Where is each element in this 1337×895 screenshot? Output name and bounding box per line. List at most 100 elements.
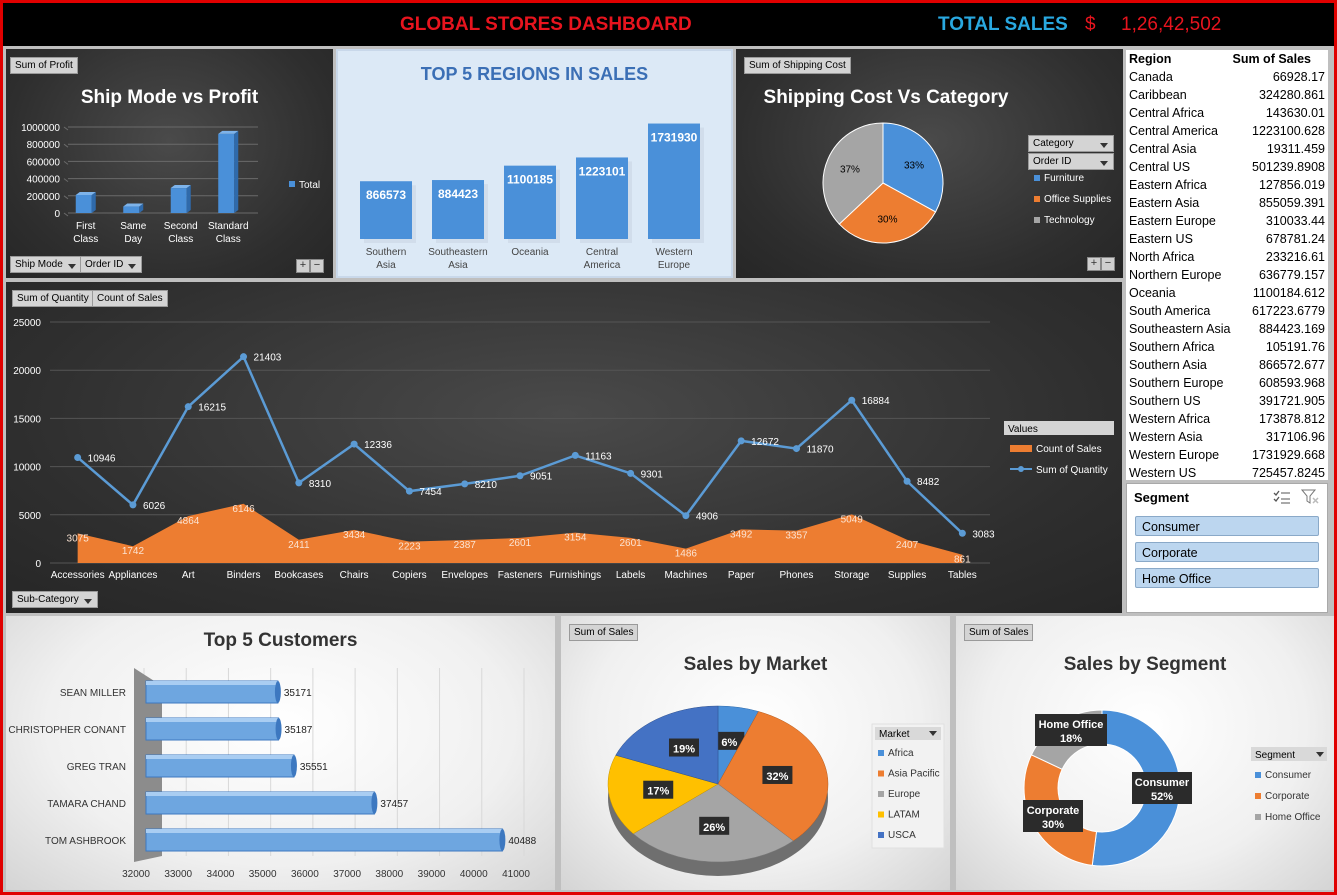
legend-swatch bbox=[1255, 772, 1261, 778]
line-point bbox=[571, 451, 579, 459]
line-data-label: 8310 bbox=[309, 479, 332, 490]
clear-filter-icon[interactable] bbox=[1300, 489, 1319, 505]
order-id-filter-2[interactable]: Order ID bbox=[1028, 153, 1114, 170]
data-label: 32% bbox=[766, 771, 788, 783]
region-cell[interactable]: Oceania bbox=[1129, 284, 1176, 302]
x-tick-word: Oceania bbox=[511, 247, 549, 258]
slicer-item-home-office[interactable]: Home Office bbox=[1135, 568, 1319, 588]
sales-cell: 233216.61 bbox=[1265, 250, 1325, 264]
x-tick-label: Machines bbox=[664, 570, 707, 581]
multi-select-icon[interactable] bbox=[1273, 490, 1291, 504]
x-tick-label: Same Day bbox=[120, 221, 147, 245]
region-cell[interactable]: Central Africa bbox=[1129, 104, 1204, 122]
region-column-header[interactable]: Region bbox=[1129, 50, 1171, 68]
data-label: 30% bbox=[878, 215, 898, 226]
slicer-item-corporate[interactable]: Corporate bbox=[1135, 542, 1319, 562]
sales-column-header[interactable]: Sum of Sales bbox=[1233, 50, 1326, 68]
x-tick-word: Class bbox=[168, 234, 193, 245]
region-cell[interactable]: Eastern Africa bbox=[1129, 176, 1207, 194]
line-data-label: 3083 bbox=[972, 529, 995, 540]
region-cell[interactable]: Western US bbox=[1129, 464, 1196, 482]
legend-label: Total bbox=[299, 180, 320, 191]
x-tick-word: Southern bbox=[366, 247, 407, 258]
region-cell[interactable]: Canada bbox=[1129, 68, 1173, 86]
x-tick-word: Class bbox=[216, 234, 241, 245]
legend-swatch bbox=[1034, 175, 1040, 181]
ship-mode-filter[interactable]: Ship Mode bbox=[10, 256, 82, 273]
x-tick-word: Asia bbox=[376, 260, 396, 271]
line-point bbox=[240, 353, 248, 361]
region-cell[interactable]: Central Asia bbox=[1129, 140, 1196, 158]
bar-side bbox=[234, 130, 239, 213]
sales-cell: 866572.677 bbox=[1258, 358, 1325, 372]
region-cell[interactable]: North Africa bbox=[1129, 248, 1194, 266]
legend-label: Count of Sales bbox=[1036, 444, 1102, 455]
sub-category-filter[interactable]: Sub-Category bbox=[12, 591, 98, 608]
table-row: Western Africa 173878.812 bbox=[1126, 410, 1328, 428]
x-tick-label: Accessories bbox=[51, 570, 105, 581]
x-tick-label: Copiers bbox=[392, 570, 426, 581]
table-row: Southern Asia 866572.677 bbox=[1126, 356, 1328, 374]
area-data-label: 5049 bbox=[841, 514, 864, 525]
bar-cap bbox=[499, 829, 506, 851]
sales-cell: 636779.157 bbox=[1258, 268, 1325, 282]
sales-cell: 105191.76 bbox=[1265, 340, 1325, 354]
y-tick-label: CHRISTOPHER CONANT bbox=[8, 725, 126, 736]
data-label: 1223101 bbox=[579, 164, 626, 178]
region-cell[interactable]: Central US bbox=[1129, 158, 1190, 176]
bar-top bbox=[146, 681, 278, 685]
line-data-label: 9051 bbox=[530, 472, 553, 483]
line-data-label: 21403 bbox=[254, 353, 282, 364]
x-tick-label: Southeastern Asia bbox=[428, 247, 488, 271]
top-customers-panel: Top 5 Customers 32000 33000 34000 35000 3600… bbox=[6, 616, 555, 890]
area-data-label: 3434 bbox=[343, 530, 366, 541]
segment-chart: Consumer 52% Corporate 30% Home Office 18% Seg… bbox=[1023, 709, 1327, 867]
region-cell[interactable]: Southeastern Asia bbox=[1129, 320, 1230, 338]
region-cell[interactable]: Eastern Europe bbox=[1129, 212, 1216, 230]
region-cell[interactable]: Eastern US bbox=[1129, 230, 1193, 248]
region-cell[interactable]: Western Africa bbox=[1129, 410, 1210, 428]
x-tick-label: Appliances bbox=[108, 570, 157, 581]
table-row: Western Asia 317106.96 bbox=[1126, 428, 1328, 446]
category-filter[interactable]: Category bbox=[1028, 135, 1114, 152]
line-data-label: 6026 bbox=[143, 501, 166, 512]
sales-cell: 1100184.612 bbox=[1252, 286, 1325, 300]
region-cell[interactable]: Eastern Asia bbox=[1129, 194, 1199, 212]
x-tick-label: Phones bbox=[780, 570, 814, 581]
region-cell[interactable]: Southern Africa bbox=[1129, 338, 1214, 356]
x-tick-label: Tables bbox=[948, 570, 977, 581]
table-row: Canada 66928.17 bbox=[1126, 68, 1328, 86]
line-point bbox=[405, 487, 413, 495]
bar-cap bbox=[274, 681, 281, 703]
region-cell[interactable]: Caribbean bbox=[1129, 86, 1187, 104]
region-cell[interactable]: Southern US bbox=[1129, 392, 1201, 410]
region-cell[interactable]: Central America bbox=[1129, 122, 1218, 140]
data-label: 37% bbox=[840, 165, 860, 176]
line-data-label: 8210 bbox=[475, 480, 498, 491]
region-cell[interactable]: Southern Asia bbox=[1129, 356, 1207, 374]
region-cell[interactable]: Western Europe bbox=[1129, 446, 1219, 464]
x-tick-label: Second Class bbox=[164, 221, 198, 245]
collapse-button[interactable]: − bbox=[310, 259, 324, 273]
collapse-button-2[interactable]: − bbox=[1101, 257, 1115, 271]
sales-cell: 317106.96 bbox=[1265, 430, 1325, 444]
x-tick-label: 32000 bbox=[122, 869, 150, 880]
slicer-item-consumer[interactable]: Consumer bbox=[1135, 516, 1319, 536]
line-point bbox=[184, 403, 192, 411]
expand-button[interactable]: + bbox=[296, 259, 310, 273]
x-tick-label: First Class bbox=[73, 221, 98, 245]
region-cell[interactable]: Southern Europe bbox=[1129, 374, 1224, 392]
x-tick-label: Fasteners bbox=[498, 570, 542, 581]
bar-top bbox=[146, 718, 279, 722]
expand-button-2[interactable]: + bbox=[1087, 257, 1101, 271]
gridline-depth bbox=[63, 143, 69, 148]
region-cell[interactable]: Western Asia bbox=[1129, 428, 1202, 446]
x-tick-word: Asia bbox=[448, 260, 468, 271]
legend-swatch bbox=[878, 750, 884, 756]
order-id-filter[interactable]: Order ID bbox=[80, 256, 143, 273]
x-tick-label: Envelopes bbox=[441, 570, 488, 581]
region-cell[interactable]: South America bbox=[1129, 302, 1210, 320]
legend-swatch bbox=[878, 791, 884, 797]
y-tick-label: TOM ASHBROOK bbox=[45, 836, 126, 847]
region-cell[interactable]: Northern Europe bbox=[1129, 266, 1221, 284]
